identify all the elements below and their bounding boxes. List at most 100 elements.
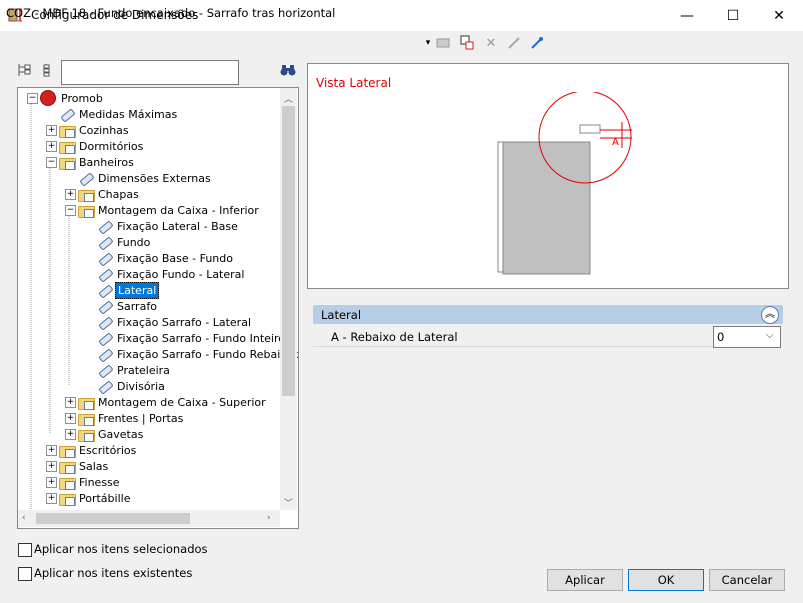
scroll-left-icon[interactable]: ‹ [22,513,26,523]
collapse-section-icon[interactable]: ︽ [761,306,779,324]
dimension-tag-icon [97,379,113,393]
tree-item[interactable]: Fixação Sarrafo - Fundo Inteiro [97,330,287,346]
tree-item[interactable]: Montagem de Caixa - Superior [78,394,268,410]
tree-item[interactable]: Fundo [97,234,152,250]
tree-item[interactable]: Escritórios [59,442,138,458]
apply-button[interactable]: Aplicar [547,569,623,591]
tree-item[interactable]: Montagem da Caixa - Inferior [78,202,261,218]
scroll-down-icon[interactable]: ﹀ [284,496,293,509]
tree-item[interactable]: Frentes | Portas [78,410,185,426]
export-icon[interactable] [529,35,545,51]
apply-existing-label: Aplicar nos itens existentes [34,566,193,580]
tree-item[interactable]: Lateral [97,281,160,299]
tree-item[interactable]: Gavetas [78,426,145,442]
tree-item[interactable]: Portábille [59,490,132,506]
binoculars-icon[interactable] [280,63,296,79]
collapse-icon[interactable]: − [46,157,57,168]
tree-item[interactable]: Dormitórios [59,138,145,154]
dimension-label-a: A [612,137,619,148]
dimension-tag-icon [97,251,113,265]
tree-item[interactable]: Fixação Lateral - Base [97,218,240,234]
scroll-right-icon[interactable]: › [267,513,271,523]
expand-icon[interactable]: + [65,429,76,440]
expand-icon[interactable]: + [65,189,76,200]
tree-item-label: Medidas Máximas [79,107,178,121]
folder-icon [59,156,76,170]
properties-section-title: Lateral [321,308,362,322]
tree-item-label: Cozinhas [79,123,129,137]
tree-item[interactable]: Cozinhas [59,122,131,138]
tree-item-label: Finesse [79,475,120,489]
dimension-tag-icon [97,283,113,297]
tree-item[interactable]: Sarrafo [97,298,159,314]
tree-item[interactable]: Finesse [59,474,122,490]
folder-icon [59,476,76,490]
side-view-drawing [497,92,632,275]
tree-item[interactable]: Chapas [78,186,141,202]
tree-item[interactable]: Fixação Sarrafo - Lateral [97,314,253,330]
ok-button[interactable]: OK [628,569,704,591]
apply-existing-checkbox[interactable] [18,567,32,581]
tree-item[interactable]: Fixação Sarrafo - Fundo Rebaixado [97,346,298,362]
tree-item-label: Fixação Lateral - Base [117,219,238,233]
tree-item[interactable]: Medidas Máximas [59,106,179,122]
dimension-tag-icon [97,267,113,281]
tree-item-label: Fixação Base - Fundo [117,251,233,265]
tree-item[interactable]: Dimensões Externas [78,170,213,186]
apply-selected-checkbox[interactable] [18,543,32,557]
tree-item-label: Lateral [115,281,160,299]
expand-icon[interactable]: + [46,141,57,152]
folder-icon [78,412,95,426]
folder-icon [59,140,76,154]
search-input[interactable] [61,60,239,85]
dimension-tag-icon [97,347,113,361]
import-icon[interactable] [506,35,522,51]
tree-vertical-scroll-thumb[interactable] [282,106,295,396]
maximize-button[interactable]: ☐ [710,0,756,31]
config-selector[interactable]: COZ - MDF 18 - Fundo encaixado - Sarrafo… [6,6,335,20]
dimension-tag-icon [97,235,113,249]
minimize-button[interactable]: — [664,0,710,31]
property-value: 0 [717,330,725,344]
tree-item[interactable]: Salas [59,458,110,474]
scroll-up-icon[interactable]: ︿ [284,92,293,105]
paste-icon[interactable] [459,35,475,51]
tree-item-label: Banheiros [79,155,134,169]
tree-item[interactable]: Fixação Fundo - Lateral [97,266,246,282]
tree-item[interactable]: Banheiros [59,154,136,170]
folder-icon [78,188,95,202]
properties-section-header[interactable] [313,305,783,324]
delete-icon[interactable]: ✕ [483,35,499,51]
preview-title: Vista Lateral [316,76,392,90]
folder-icon [59,124,76,138]
tree-item[interactable]: Divisória [97,378,167,394]
expand-all-icon[interactable] [16,62,32,78]
expand-icon[interactable]: + [65,397,76,408]
copy-icon[interactable] [435,35,451,51]
promob-logo-icon [40,90,56,106]
expand-icon[interactable]: + [46,445,57,456]
chevron-down-icon[interactable]: ⌵ [766,330,774,341]
property-label: A - Rebaixo de Lateral [331,330,458,344]
tree-item[interactable]: Promob [40,90,105,106]
folder-icon [59,492,76,506]
dropdown-icon[interactable]: ▾ [420,35,436,51]
collapse-icon[interactable]: − [27,93,38,104]
apply-selected-label: Aplicar nos itens selecionados [34,542,208,556]
tree-item-label: Prateleira [117,363,170,377]
expand-icon[interactable]: + [46,477,57,488]
tree-item-label: Promob [61,91,103,105]
close-button[interactable]: ✕ [756,0,802,31]
tree-horizontal-scroll-thumb[interactable] [36,513,190,524]
cancel-button[interactable]: Cancelar [709,569,785,591]
folder-icon [78,428,95,442]
expand-icon[interactable]: + [65,413,76,424]
expand-icon[interactable]: + [46,493,57,504]
catalog-tree[interactable]: − Promob Medidas Máximas + Cozinhas + Dormitór… [17,87,299,529]
collapse-icon[interactable]: − [65,205,76,216]
collapse-all-icon[interactable] [40,62,56,78]
tree-item[interactable]: Prateleira [97,362,172,378]
tree-item[interactable]: Fixação Base - Fundo [97,250,235,266]
expand-icon[interactable]: + [46,125,57,136]
expand-icon[interactable]: + [46,461,57,472]
